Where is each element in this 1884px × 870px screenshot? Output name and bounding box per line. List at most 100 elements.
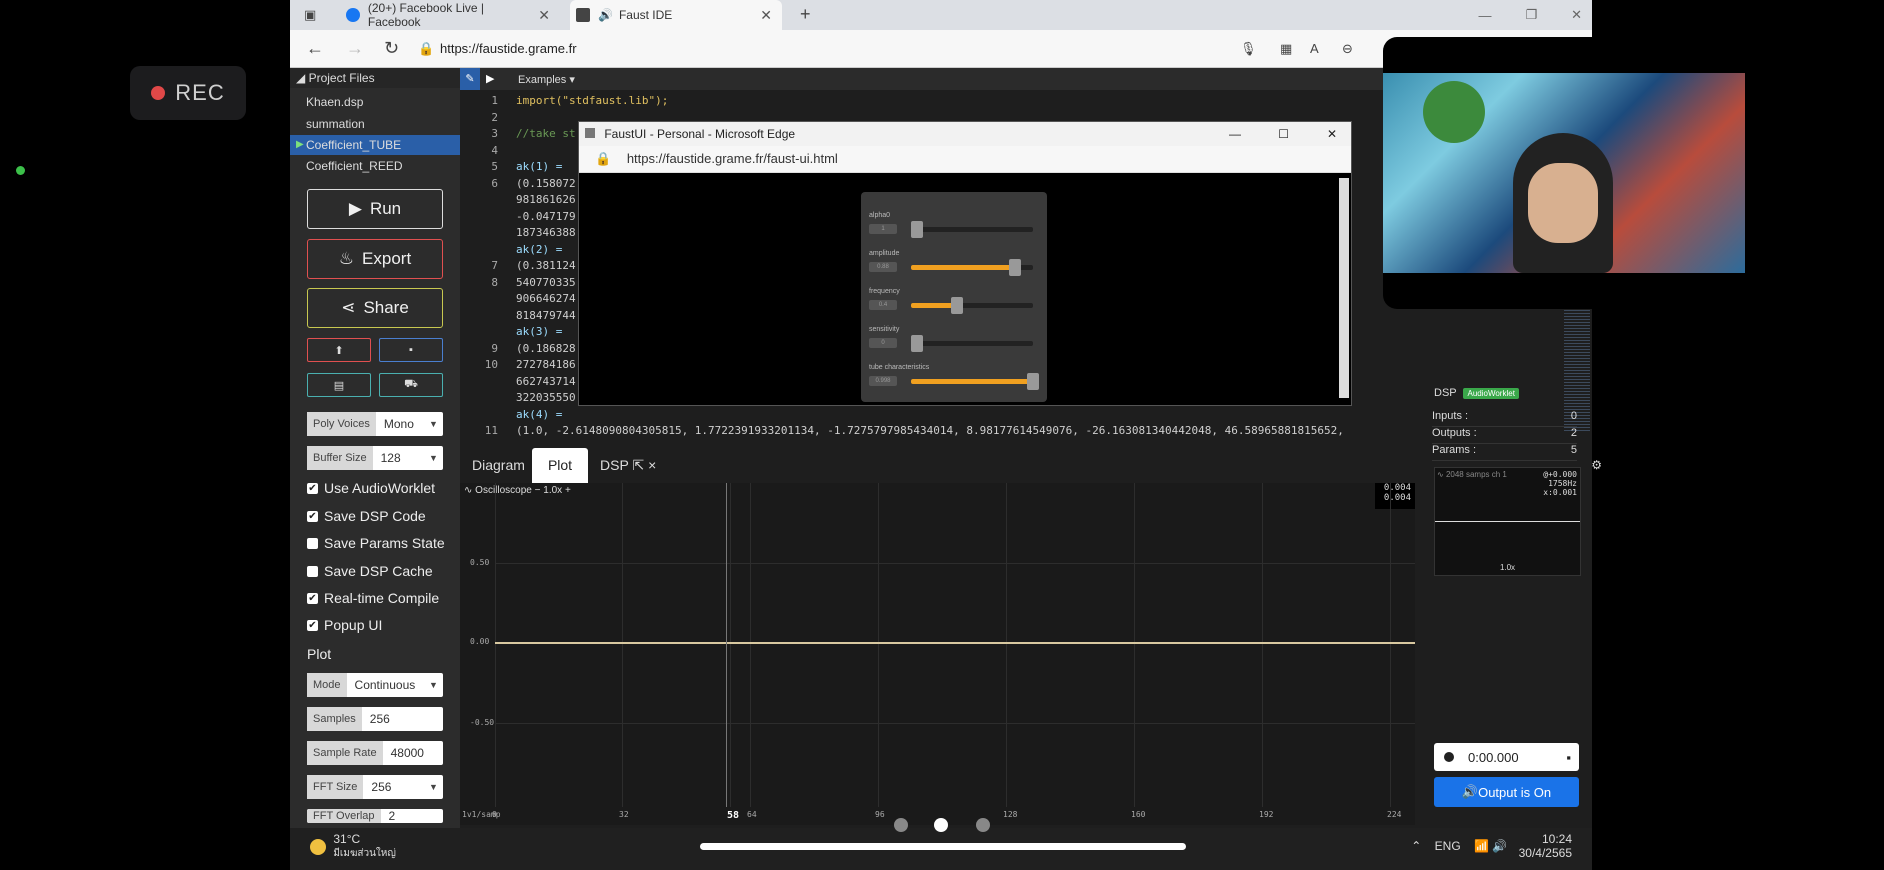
clock-date[interactable]: 30/4/2565 xyxy=(1519,846,1572,860)
export-button[interactable]: ♨ Export xyxy=(307,239,443,279)
wifi-icon[interactable]: 📶 xyxy=(1474,839,1489,853)
sample-rate-input[interactable]: Sample Rate 48000 xyxy=(307,741,443,765)
slider-thumb[interactable] xyxy=(1027,373,1039,390)
docs-button[interactable]: ▤ xyxy=(307,373,371,397)
samples-input[interactable]: Samples 256 xyxy=(307,707,443,731)
save-dsp-cache-checkbox[interactable]: Save DSP Cache xyxy=(307,563,433,579)
code-line[interactable]: ak(3) = xyxy=(516,325,562,338)
slider-thumb[interactable] xyxy=(911,335,923,352)
code-line[interactable]: 981861626 xyxy=(516,193,576,206)
deploy-button[interactable]: ⛟ xyxy=(379,373,443,397)
code-line[interactable]: 818479744 xyxy=(516,309,576,322)
oscilloscope-plot[interactable]: ∿ Oscilloscope − 1.0x + 0.004 0.004 0 32 5… xyxy=(460,483,1415,825)
code-line[interactable]: (0.186828 xyxy=(516,342,576,355)
clock-time[interactable]: 10:24 xyxy=(1519,832,1572,846)
code-line[interactable]: 540770335 xyxy=(516,276,576,289)
popup-url-bar[interactable]: 🔒 https://faustide.grame.fr/faust-ui.htm… xyxy=(579,146,1351,173)
speaker-icon[interactable]: 🔊 xyxy=(598,8,613,22)
tab-diagram[interactable]: Diagram xyxy=(472,448,525,483)
tray-chevron-icon[interactable]: ⌃ xyxy=(1411,839,1421,853)
samples-value[interactable]: 256 xyxy=(362,707,443,731)
use-audioworklet-checkbox[interactable]: ✔ Use AudioWorklet xyxy=(307,480,435,496)
save-params-state-checkbox[interactable]: Save Params State xyxy=(307,535,445,551)
external-link-icon[interactable]: ⇱ xyxy=(632,457,644,473)
slider-thumb[interactable] xyxy=(951,297,964,314)
close-tab-icon[interactable]: ✕ xyxy=(760,7,772,24)
sample-rate-value[interactable]: 48000 xyxy=(383,741,443,765)
tab-faust-ide[interactable]: 🔊 Faust IDE ✕ xyxy=(570,0,782,30)
fft-size-select[interactable]: FFT Size 256 ▼ xyxy=(307,775,443,799)
fft-overlap-select[interactable]: FFT Overlap 2 xyxy=(307,809,443,823)
save-icon[interactable]: ▪ xyxy=(1566,750,1571,765)
mic-icon[interactable]: 🎙 xyxy=(1240,41,1257,57)
slider-thumb[interactable] xyxy=(911,221,923,238)
code-line[interactable]: ak(2) = xyxy=(516,243,562,256)
tab-facebook[interactable]: (20+) Facebook Live | Facebook ✕ xyxy=(340,0,560,30)
refresh-icon[interactable]: ↻ xyxy=(384,38,399,59)
code-line[interactable]: 272784186 xyxy=(516,358,576,371)
back-icon[interactable]: ← xyxy=(306,38,324,59)
code-line[interactable]: 322035550 xyxy=(516,391,576,404)
slider-track[interactable] xyxy=(911,259,1033,276)
code-line[interactable]: 187346388 xyxy=(516,226,576,239)
slider-thumb[interactable] xyxy=(1008,259,1021,276)
maximize-icon[interactable]: ☐ xyxy=(1278,122,1289,146)
project-files-header[interactable]: ◢ Project Files xyxy=(290,68,460,88)
close-window-icon[interactable]: ✕ xyxy=(1327,122,1337,146)
slider-value[interactable]: 0.998 xyxy=(869,376,897,386)
popup-ui-checkbox[interactable]: ✔ Popup UI xyxy=(307,617,382,633)
slider-track[interactable] xyxy=(911,297,1033,314)
save-button[interactable]: ▪ xyxy=(379,338,443,362)
slider-value[interactable]: 1 xyxy=(869,224,897,234)
record-button[interactable] xyxy=(1444,752,1454,762)
file-item-selected[interactable]: ▶ Coefficient_TUBE xyxy=(290,135,460,155)
volume-icon[interactable]: 🔊 xyxy=(1492,839,1507,853)
upload-button[interactable]: ⬆ xyxy=(307,338,371,362)
zoom-in-button[interactable]: + xyxy=(565,485,571,496)
code-line[interactable]: (1.0, -2.6148090804305815, 1.77223919332… xyxy=(516,424,1344,437)
examples-menu[interactable]: Examples ▾ xyxy=(518,73,575,86)
tab-dsp[interactable]: DSP ⇱ × xyxy=(600,448,656,483)
code-line[interactable]: import("stdfaust.lib"); xyxy=(516,94,668,107)
scrollbar[interactable] xyxy=(1339,178,1349,398)
file-item[interactable]: Coefficient_REED xyxy=(290,156,460,176)
gear-icon[interactable]: ⚙ xyxy=(1591,458,1602,472)
code-line[interactable]: ak(4) = xyxy=(516,408,562,421)
real-time-compile-checkbox[interactable]: ✔ Real-time Compile xyxy=(307,590,439,606)
save-dsp-code-checkbox[interactable]: ✔ Save DSP Code xyxy=(307,508,426,524)
new-tab-icon[interactable]: + xyxy=(800,4,811,25)
apps-icon[interactable]: ▦ xyxy=(1280,41,1292,57)
file-item[interactable]: summation xyxy=(290,114,460,134)
play-icon[interactable]: ▶ xyxy=(486,72,494,85)
slider-track[interactable] xyxy=(911,221,1033,238)
run-button[interactable]: ▶ Run xyxy=(307,189,443,229)
slider-value[interactable]: 0.88 xyxy=(869,262,897,272)
checkbox-box[interactable]: ✔ xyxy=(307,510,318,522)
share-button[interactable]: ⋖ Share xyxy=(307,288,443,328)
code-line[interactable]: //take st xyxy=(516,127,576,140)
read-aloud-icon[interactable]: A xyxy=(1310,41,1319,56)
minimize-icon[interactable]: — xyxy=(1478,8,1491,23)
checkbox-box[interactable]: ✔ xyxy=(307,619,318,631)
code-line[interactable]: 906646274 xyxy=(516,292,576,305)
file-item[interactable]: Khaen.dsp xyxy=(290,92,460,112)
slider-value[interactable]: 0 xyxy=(869,338,897,348)
tab-plot[interactable]: Plot xyxy=(532,448,588,483)
output-toggle-button[interactable]: 🔊 Output is On xyxy=(1434,777,1579,807)
code-line[interactable]: -0.047179 xyxy=(516,210,576,223)
restore-icon[interactable]: ❐ xyxy=(1525,7,1537,23)
close-tab-icon[interactable]: ✕ xyxy=(538,7,550,24)
buffer-size-select[interactable]: Buffer Size 128 ▼ xyxy=(307,446,443,470)
forward-icon[interactable]: → xyxy=(346,38,364,59)
zoom-out-icon[interactable]: ⊖ xyxy=(1342,41,1353,57)
checkbox-box[interactable] xyxy=(307,565,318,577)
poly-voices-select[interactable]: Poly Voices Mono ▼ xyxy=(307,412,443,436)
tab-actions-icon[interactable]: ▣ xyxy=(304,7,316,23)
weather-widget[interactable]: 31°C มีเมฆส่วนใหญ่ xyxy=(310,832,396,861)
slider-track[interactable] xyxy=(911,373,1039,390)
code-line[interactable]: ak(1) = xyxy=(516,160,562,173)
code-line[interactable]: (0.158072 xyxy=(516,177,576,190)
minimize-icon[interactable]: — xyxy=(1229,122,1241,146)
media-progress-bar[interactable] xyxy=(700,843,1186,850)
code-line[interactable]: (0.381124 xyxy=(516,259,576,272)
